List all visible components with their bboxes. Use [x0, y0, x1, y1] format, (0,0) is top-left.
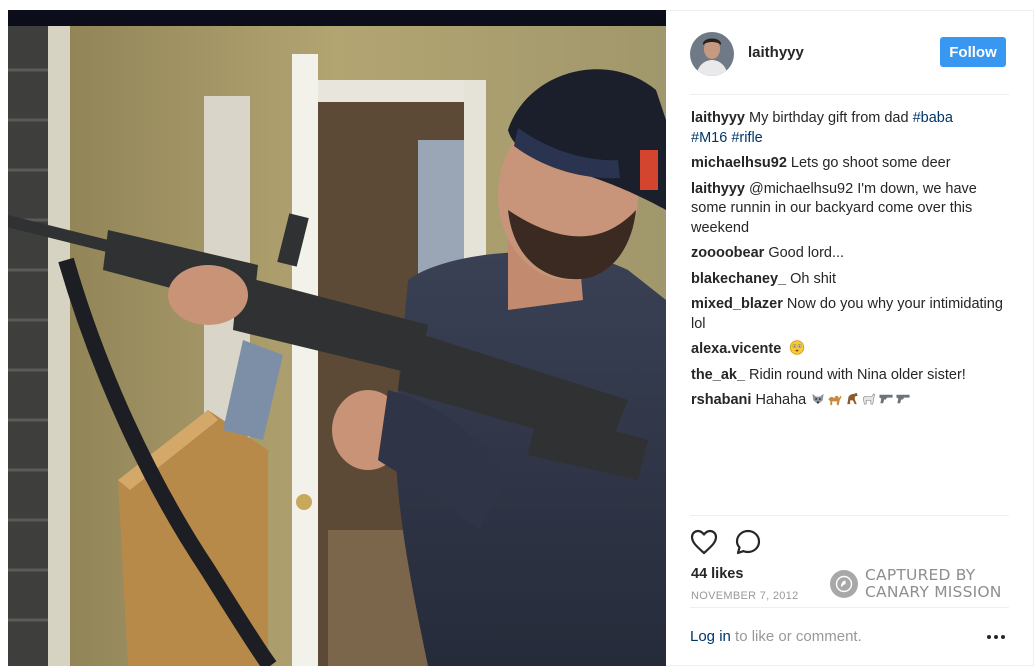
comment-author[interactable]: mixed_blazer [691, 296, 783, 312]
comment-author[interactable]: alexa.vicente [691, 341, 781, 357]
avatar[interactable] [690, 31, 734, 76]
post-header: laithyyy Follow [690, 11, 1009, 95]
post-author-username[interactable]: laithyyy [748, 44, 804, 61]
pistol-emoji-icon [879, 394, 893, 404]
login-prompt: Log in to like or comment. [690, 607, 1009, 665]
wolf-emoji-icon [812, 393, 824, 405]
post-details-panel: laithyyy Follow laithyyy My birthday gift… [666, 10, 1034, 666]
comment-author[interactable]: rshabani [691, 392, 751, 408]
comment-list: laithyyy My birthday gift from dad #baba … [666, 95, 1033, 411]
likes-count[interactable]: 44 likes [691, 566, 1009, 582]
comment-author[interactable]: zoooobear [691, 245, 764, 261]
avatar-image [690, 31, 734, 76]
hashtag-link[interactable]: #baba [913, 110, 953, 126]
rifle-photo-illustration [8, 10, 666, 666]
goat-emoji-icon [863, 393, 876, 405]
comment-author[interactable]: laithyyy [691, 110, 745, 126]
login-link[interactable]: Log in [690, 628, 731, 645]
comment-author[interactable]: laithyyy [691, 181, 745, 197]
horse-emoji-icon [847, 392, 858, 405]
login-prompt-text: to like or comment. [730, 628, 862, 645]
flushed-face-emoji-icon [790, 340, 805, 355]
comment-item: blakechaney_ Oh shit [691, 270, 1009, 290]
comment-item: michaelhsu92 Lets go shoot some deer [691, 154, 1009, 174]
caption-comment: laithyyy My birthday gift from dad #baba … [691, 109, 1009, 148]
comment-author[interactable]: michaelhsu92 [691, 155, 787, 171]
pistol-emoji-icon [896, 394, 910, 404]
comment-text: Lets go shoot some deer [790, 155, 951, 171]
comment-text: My birthday gift from dad [749, 110, 913, 126]
heart-outline-icon[interactable] [690, 527, 720, 557]
comment-item: the_ak_ Ridin round with Nina older siste… [691, 366, 1009, 386]
comment-item: laithyyy @michaelhsu92 I'm down, we have … [691, 180, 1009, 239]
comment-item: mixed_blazer Now do you why your intimida… [691, 295, 1009, 334]
speech-bubble-icon[interactable] [734, 527, 764, 557]
comment-text: Ridin round with Nina older sister! [749, 366, 966, 383]
comment-text: Good lord... [768, 245, 845, 261]
comment-item: zoooobear Good lord... [691, 244, 1009, 264]
comment-item: rshabani Hahaha [691, 391, 1009, 411]
hashtag-link[interactable]: #M16 [691, 130, 727, 146]
ellipsis-icon[interactable] [987, 634, 1005, 639]
comment-text: Hahaha [755, 392, 807, 408]
action-bar [690, 516, 1009, 562]
hashtag-link[interactable]: #rifle [731, 130, 762, 146]
comment-author[interactable]: blakechaney_ [691, 271, 786, 287]
comment-author[interactable]: the_ak_ [691, 367, 745, 383]
post-photo[interactable] [8, 10, 666, 666]
follow-button[interactable]: Follow [940, 37, 1006, 67]
comment-item: alexa.vicente [691, 340, 1009, 360]
camel-emoji-icon [828, 395, 842, 406]
comment-text: Oh shit [790, 270, 837, 287]
post-actions: 44 likes NOVEMBER 7, 2012 [690, 515, 1009, 602]
post-date: NOVEMBER 7, 2012 [691, 590, 799, 602]
